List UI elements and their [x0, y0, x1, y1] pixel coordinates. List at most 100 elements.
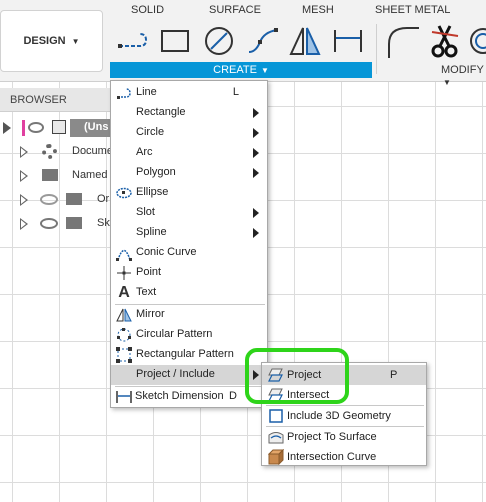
- submenu-arrow-icon: [253, 148, 259, 158]
- modify-menu-label: MODIFY: [441, 64, 484, 76]
- dimension-tool-icon[interactable]: [331, 24, 365, 58]
- menu-item-label: Conic Curve: [136, 246, 197, 258]
- menu-item-ellipse[interactable]: Ellipse: [111, 183, 267, 203]
- menu-item-project-include[interactable]: Project / Include: [111, 365, 267, 385]
- workspace-switcher[interactable]: DESIGN ▼: [0, 10, 103, 72]
- browser-title: BROWSER: [10, 94, 67, 106]
- conic-curve-icon: [116, 245, 132, 261]
- menu-item-mirror[interactable]: Mirror: [111, 305, 267, 325]
- mirror-icon: [116, 307, 132, 323]
- submenu-arrow-icon: [253, 370, 259, 380]
- fillet-tool-icon[interactable]: [385, 24, 419, 58]
- tab-solid[interactable]: SOLID: [131, 4, 164, 16]
- expand-icon[interactable]: [20, 194, 28, 206]
- folder-icon: [66, 193, 82, 205]
- create-menu-label: CREATE: [213, 64, 257, 76]
- submenu-arrow-icon: [253, 228, 259, 238]
- browser-row-label: Named: [72, 169, 108, 181]
- point-icon: [116, 265, 132, 281]
- menu-item-rectangle[interactable]: Rectangle: [111, 103, 267, 123]
- expand-icon[interactable]: [20, 170, 28, 182]
- toolbar: DESIGN ▼ SOLID SURFACE MESH SHEET METAL: [0, 0, 486, 87]
- menu-item-conic-curve[interactable]: Conic Curve: [111, 243, 267, 263]
- rectangle-tool-icon[interactable]: [158, 24, 192, 58]
- browser-row-origin[interactable]: Or: [0, 189, 112, 211]
- menu-item-label: Project / Include: [136, 368, 215, 380]
- submenu-arrow-icon: [253, 128, 259, 138]
- browser-root-label: (Uns: [84, 121, 109, 133]
- submenu-item-label: Include 3D Geometry: [287, 410, 391, 422]
- menu-item-label: Circle: [136, 126, 165, 138]
- browser-row-label: Sk: [97, 217, 110, 229]
- menu-item-text[interactable]: A Text: [111, 283, 267, 303]
- intersection-curve-icon: [267, 448, 285, 466]
- shortcut-label: P: [390, 369, 398, 381]
- submenu-item-project-to-surface[interactable]: Project To Surface: [262, 427, 426, 447]
- gear-icon: [42, 144, 57, 159]
- browser-row-document-settings[interactable]: Docume: [0, 141, 113, 163]
- browser-row-label: Or: [97, 193, 110, 205]
- menu-item-arc[interactable]: Arc: [111, 143, 267, 163]
- project-to-surface-icon: [268, 429, 284, 445]
- modify-menu-button[interactable]: MODIFY ▼: [441, 64, 486, 88]
- mirror-tool-icon[interactable]: [288, 24, 322, 58]
- menu-item-line[interactable]: Line L: [111, 83, 267, 103]
- menu-item-label: Slot: [136, 206, 155, 218]
- menu-item-circle[interactable]: Circle: [111, 123, 267, 143]
- line-tool-icon[interactable]: [116, 24, 150, 58]
- browser-header: BROWSER: [0, 88, 112, 112]
- chevron-down-icon: ▼: [71, 36, 80, 46]
- menu-item-sketch-dimension[interactable]: Sketch Dimension D: [111, 387, 267, 407]
- submenu-item-label: Intersection Curve: [287, 451, 377, 463]
- circle-tool-icon[interactable]: [202, 24, 236, 58]
- hidden-eye-icon[interactable]: [40, 194, 58, 205]
- submenu-item-label: Intersect: [287, 389, 330, 401]
- browser-row-named-views[interactable]: Named: [0, 165, 112, 187]
- browser-row-sketches[interactable]: Sk: [0, 213, 112, 235]
- tab-surface[interactable]: SURFACE: [209, 4, 261, 16]
- menu-item-spline[interactable]: Spline: [111, 223, 267, 243]
- menu-item-label: Rectangle: [136, 106, 186, 118]
- shortcut-label: D: [229, 390, 237, 402]
- menu-item-slot[interactable]: Slot: [111, 203, 267, 223]
- spline-tool-icon[interactable]: [246, 24, 280, 58]
- expand-icon[interactable]: [20, 218, 28, 230]
- submenu-item-intersect[interactable]: Intersect: [262, 385, 426, 405]
- submenu-item-label: Project: [287, 369, 322, 381]
- menu-item-circular-pattern[interactable]: Circular Pattern: [111, 325, 267, 345]
- menu-item-label: Spline: [136, 226, 167, 238]
- menu-item-polygon[interactable]: Polygon: [111, 163, 267, 183]
- offset-tool-icon[interactable]: [466, 24, 486, 58]
- expand-icon[interactable]: [3, 122, 11, 134]
- submenu-item-include-3d-geometry[interactable]: Include 3D Geometry: [262, 406, 426, 426]
- workspace-label: DESIGN: [23, 35, 66, 47]
- sketch-dimension-icon: [116, 389, 132, 405]
- menu-item-label: Mirror: [136, 308, 165, 320]
- submenu-arrow-icon: [253, 168, 259, 178]
- toolbar-tabs: SOLID SURFACE MESH SHEET METAL: [110, 4, 486, 20]
- submenu-item-intersection-curve[interactable]: Intersection Curve: [262, 447, 426, 467]
- rectangular-pattern-icon: [116, 347, 132, 363]
- visibility-eye-icon[interactable]: [40, 218, 58, 229]
- menu-item-rectangular-pattern[interactable]: Rectangular Pattern: [111, 345, 267, 365]
- menu-item-label: Sketch Dimension: [135, 390, 224, 402]
- trim-tool-icon[interactable]: [428, 24, 462, 58]
- menu-item-label: Rectangular Pattern: [136, 348, 234, 360]
- menu-item-label: Text: [136, 286, 157, 298]
- chevron-down-icon: ▼: [443, 78, 451, 87]
- menu-item-point[interactable]: Point: [111, 263, 267, 283]
- text-icon: A: [118, 284, 130, 301]
- visibility-eye-icon[interactable]: [28, 122, 44, 133]
- tab-sheet-metal[interactable]: SHEET METAL: [375, 4, 450, 16]
- expand-icon[interactable]: [20, 146, 28, 158]
- create-menu-button[interactable]: CREATE ▼: [110, 62, 372, 78]
- menu-item-label: Ellipse: [136, 186, 169, 198]
- tab-mesh[interactable]: MESH: [302, 4, 334, 16]
- browser-root-row[interactable]: (Uns: [0, 117, 112, 139]
- create-tools: [110, 24, 486, 60]
- submenu-item-project[interactable]: Project P: [262, 365, 426, 385]
- include-3d-geometry-icon: [268, 408, 284, 424]
- menu-item-label: Arc: [136, 146, 153, 158]
- folder-icon: [66, 217, 82, 229]
- intersect-icon: [268, 387, 284, 403]
